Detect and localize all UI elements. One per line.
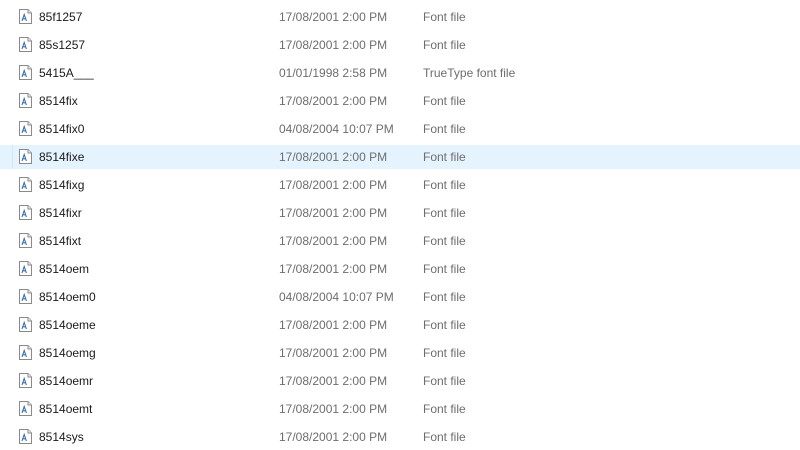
file-date-modified: 17/08/2001 2:00 PM bbox=[279, 38, 388, 52]
file-date-modified: 01/01/1998 2:58 PM bbox=[279, 66, 388, 80]
file-type: Font file bbox=[423, 178, 466, 192]
file-row[interactable]: 5415A___ 01/01/1998 2:58 PM TrueType fon… bbox=[0, 61, 800, 85]
font-file-icon bbox=[19, 149, 32, 164]
file-type: Font file bbox=[423, 94, 466, 108]
file-type: Font file bbox=[423, 234, 466, 248]
file-type: Font file bbox=[423, 374, 466, 388]
font-file-icon bbox=[19, 289, 32, 304]
file-row[interactable]: 8514oemr 17/08/2001 2:00 PM Font file bbox=[0, 369, 800, 393]
font-file-icon bbox=[19, 205, 32, 220]
file-name: 8514oemg bbox=[39, 346, 96, 360]
file-date-modified: 17/08/2001 2:00 PM bbox=[279, 206, 388, 220]
file-type: Font file bbox=[423, 38, 466, 52]
file-date-modified: 17/08/2001 2:00 PM bbox=[279, 374, 388, 388]
file-type: Font file bbox=[423, 150, 466, 164]
file-row[interactable]: 8514fixg 17/08/2001 2:00 PM Font file bbox=[0, 173, 800, 197]
file-row-selected[interactable]: 8514fixe 17/08/2001 2:00 PM Font file bbox=[0, 145, 800, 169]
font-file-icon bbox=[19, 261, 32, 276]
font-file-icon bbox=[19, 121, 32, 136]
font-file-icon bbox=[19, 233, 32, 248]
file-type: Font file bbox=[423, 290, 466, 304]
file-list: 85f1257 17/08/2001 2:00 PM Font file 85s… bbox=[0, 5, 800, 450]
file-date-modified: 17/08/2001 2:00 PM bbox=[279, 346, 388, 360]
font-file-icon bbox=[19, 373, 32, 388]
file-type: Font file bbox=[423, 318, 466, 332]
file-date-modified: 17/08/2001 2:00 PM bbox=[279, 10, 388, 24]
font-file-icon bbox=[19, 345, 32, 360]
file-name: 8514fix bbox=[39, 94, 78, 108]
file-date-modified: 17/08/2001 2:00 PM bbox=[279, 262, 388, 276]
file-type: Font file bbox=[423, 346, 466, 360]
file-date-modified: 17/08/2001 2:00 PM bbox=[279, 150, 388, 164]
file-type: Font file bbox=[423, 206, 466, 220]
file-type: Font file bbox=[423, 262, 466, 276]
file-type: Font file bbox=[423, 402, 466, 416]
file-row[interactable]: 8514fixr 17/08/2001 2:00 PM Font file bbox=[0, 201, 800, 225]
font-file-icon bbox=[19, 37, 32, 52]
file-type: TrueType font file bbox=[423, 66, 516, 80]
file-name: 8514fix0 bbox=[39, 122, 85, 136]
file-name: 85s1257 bbox=[39, 38, 86, 52]
file-name: 8514oemt bbox=[39, 402, 93, 416]
file-date-modified: 17/08/2001 2:00 PM bbox=[279, 234, 388, 248]
file-row[interactable]: 8514sys 17/08/2001 2:00 PM Font file bbox=[0, 425, 800, 449]
file-date-modified: 04/08/2004 10:07 PM bbox=[279, 290, 394, 304]
file-row[interactable]: 8514oem 17/08/2001 2:00 PM Font file bbox=[0, 257, 800, 281]
file-type: Font file bbox=[423, 122, 466, 136]
file-name: 8514fixg bbox=[39, 178, 85, 192]
file-name: 8514fixt bbox=[39, 234, 82, 248]
file-name: 8514fixe bbox=[39, 150, 85, 164]
file-date-modified: 17/08/2001 2:00 PM bbox=[279, 318, 388, 332]
file-date-modified: 17/08/2001 2:00 PM bbox=[279, 430, 388, 444]
file-row[interactable]: 85s1257 17/08/2001 2:00 PM Font file bbox=[0, 33, 800, 57]
font-file-icon bbox=[19, 401, 32, 416]
file-name: 8514oeme bbox=[39, 318, 96, 332]
font-file-icon bbox=[19, 429, 32, 444]
file-date-modified: 17/08/2001 2:00 PM bbox=[279, 94, 388, 108]
font-file-icon bbox=[19, 65, 32, 80]
file-row[interactable]: 8514oemt 17/08/2001 2:00 PM Font file bbox=[0, 397, 800, 421]
font-file-icon bbox=[19, 93, 32, 108]
file-name: 5415A___ bbox=[39, 66, 94, 80]
file-row[interactable]: 8514fix0 04/08/2004 10:07 PM Font file bbox=[0, 117, 800, 141]
file-name: 8514sys bbox=[39, 430, 84, 444]
font-file-icon bbox=[19, 177, 32, 192]
file-row[interactable]: 8514oeme 17/08/2001 2:00 PM Font file bbox=[0, 313, 800, 337]
font-file-icon bbox=[19, 317, 32, 332]
file-date-modified: 17/08/2001 2:00 PM bbox=[279, 402, 388, 416]
file-row[interactable]: 8514fixt 17/08/2001 2:00 PM Font file bbox=[0, 229, 800, 253]
file-row[interactable]: 8514oemg 17/08/2001 2:00 PM Font file bbox=[0, 341, 800, 365]
file-name: 85f1257 bbox=[39, 10, 83, 24]
file-name: 8514oem bbox=[39, 262, 90, 276]
file-type: Font file bbox=[423, 430, 466, 444]
file-name: 8514oemr bbox=[39, 374, 94, 388]
file-type: Font file bbox=[423, 10, 466, 24]
file-row[interactable]: 8514fix 17/08/2001 2:00 PM Font file bbox=[0, 89, 800, 113]
file-row[interactable]: 85f1257 17/08/2001 2:00 PM Font file bbox=[0, 5, 800, 29]
file-date-modified: 04/08/2004 10:07 PM bbox=[279, 122, 394, 136]
file-date-modified: 17/08/2001 2:00 PM bbox=[279, 178, 388, 192]
font-file-icon bbox=[19, 9, 32, 24]
file-name: 8514fixr bbox=[39, 206, 82, 220]
file-name: 8514oem0 bbox=[39, 290, 96, 304]
file-row[interactable]: 8514oem0 04/08/2004 10:07 PM Font file bbox=[0, 285, 800, 309]
